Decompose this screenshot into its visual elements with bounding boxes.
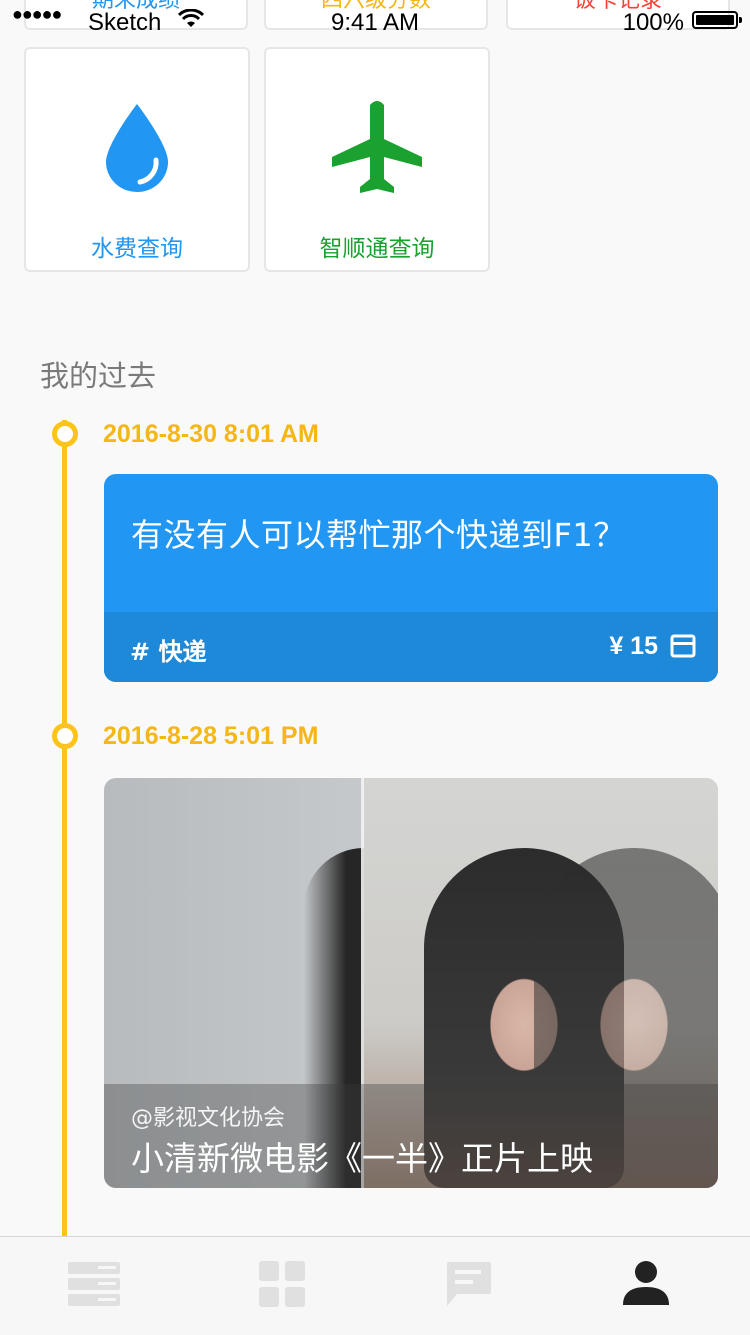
- section-title: 我的过去: [40, 359, 157, 393]
- request-card[interactable]: 有没有人可以帮忙那个快递到F1？ # 快递 ¥ 15: [104, 474, 718, 682]
- timeline-date: 2016-8-28 5:01 PM: [103, 722, 319, 750]
- card-icon: [670, 634, 696, 662]
- media-author[interactable]: @影视文化协会: [131, 1100, 285, 1132]
- media-title: 小清新微电影《一半》正片上映: [131, 1139, 593, 1178]
- airplane-icon: [266, 97, 488, 197]
- media-card[interactable]: @影视文化协会 小清新微电影《一半》正片上映: [104, 778, 718, 1188]
- request-footer: # 快递 ¥ 15: [104, 612, 718, 682]
- tile-label: 水费查询: [91, 236, 183, 262]
- timeline-line: [62, 420, 67, 1238]
- media-caption: @影视文化协会 小清新微电影《一半》正片上映: [104, 1084, 718, 1188]
- tab-apps[interactable]: [188, 1237, 376, 1335]
- timeline-dot: [52, 723, 78, 749]
- tab-profile[interactable]: [552, 1237, 740, 1335]
- request-question: 有没有人可以帮忙那个快递到F1？: [131, 516, 626, 554]
- timeline-dot: [52, 421, 78, 447]
- request-price: ¥ 15: [609, 632, 658, 660]
- timeline-date: 2016-8-30 8:01 AM: [103, 420, 319, 448]
- tile-zhishuntong[interactable]: 智顺通查询: [264, 47, 490, 272]
- water-drop-icon: [26, 97, 248, 197]
- battery-icon: [692, 11, 742, 29]
- tile-water-fee[interactable]: 水费查询: [24, 47, 250, 272]
- tab-feed[interactable]: [0, 1237, 188, 1335]
- tab-messages[interactable]: [375, 1237, 563, 1335]
- tile-label: 智顺通查询: [319, 236, 435, 262]
- grid-icon: [259, 1261, 305, 1311]
- tab-bar: [0, 1236, 750, 1335]
- chat-icon: [445, 1260, 493, 1312]
- status-bar: ●●●●● Sketch 9:41 AM 100%: [0, 0, 750, 40]
- request-tag[interactable]: # 快递: [130, 632, 206, 667]
- person-icon: [623, 1261, 669, 1311]
- list-icon: [68, 1262, 120, 1310]
- battery-percent: 100%: [622, 9, 684, 36]
